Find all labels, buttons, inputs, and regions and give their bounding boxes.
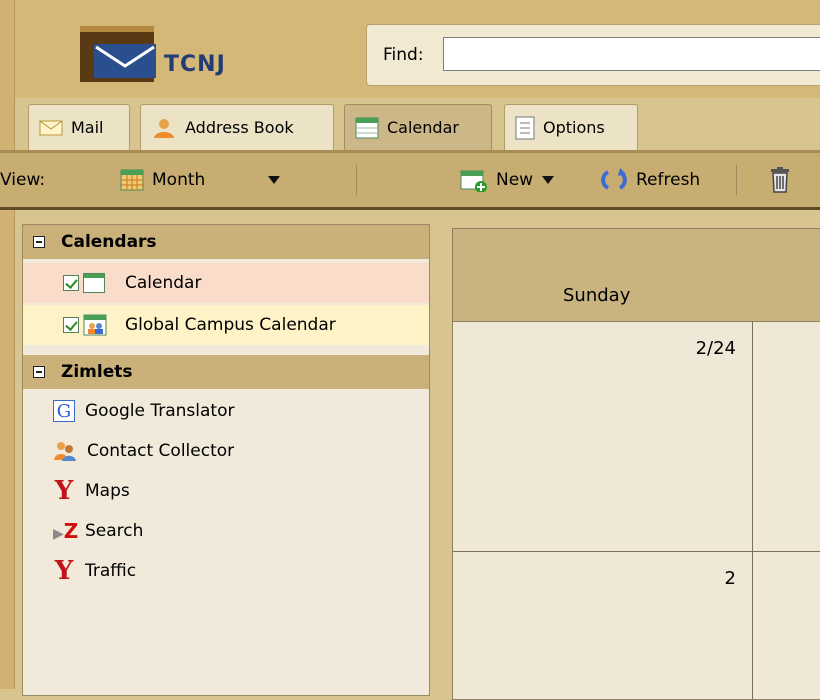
view-select[interactable]: Month [120, 153, 300, 207]
address-book-icon [154, 118, 174, 138]
delete-button[interactable] [768, 153, 792, 207]
calendar-day-cell[interactable] [753, 552, 820, 699]
zimlet-label: Traffic [85, 561, 137, 581]
calendar-item-calendar[interactable]: Calendar [23, 263, 429, 303]
find-input[interactable] [443, 37, 820, 71]
zimlet-search[interactable]: ▶Z Search [53, 511, 143, 551]
calendar-icon [83, 273, 105, 293]
zimlet-label: Contact Collector [87, 441, 235, 461]
month-view: Sunday 2/24 2 [452, 228, 820, 700]
tab-mail-label: Mail [71, 118, 104, 137]
day-header-next [753, 229, 820, 322]
new-button-label: New [496, 170, 534, 190]
tab-address-book[interactable]: Address Book [140, 104, 334, 150]
refresh-icon [601, 168, 627, 190]
shared-calendar-icon [83, 314, 107, 336]
toolbar-separator-2 [736, 165, 737, 195]
calendar-item-label: Global Campus Calendar [125, 315, 336, 335]
zimlet-google-translator[interactable]: G Google Translator [53, 391, 234, 431]
calendar-item-label: Calendar [125, 273, 202, 293]
tab-mail[interactable]: Mail [28, 104, 130, 150]
calendar-icon [355, 117, 379, 138]
zimlet-traffic[interactable]: Y Traffic [53, 551, 136, 591]
envelope-icon [39, 120, 63, 135]
collapse-icon[interactable] [33, 366, 45, 378]
brand-name: TCNJ [164, 52, 226, 77]
calendar-day-cell[interactable]: 2 [453, 552, 753, 699]
toolbar: View: Month New Refresh [0, 153, 820, 210]
calendar-checkbox[interactable] [63, 275, 79, 291]
left-edge-band [0, 0, 15, 689]
find-label: Find: [383, 45, 424, 65]
toolbar-separator [356, 165, 357, 195]
tab-calendar[interactable]: Calendar [344, 104, 492, 150]
refresh-button-label: Refresh [636, 170, 701, 190]
calendars-section-header[interactable]: Calendars [23, 225, 429, 259]
zimlet-contact-collector[interactable]: Contact Collector [53, 431, 234, 471]
day-header-label: Sunday [563, 285, 631, 306]
view-select-value: Month [152, 170, 206, 190]
google-g-icon: G [53, 400, 75, 422]
day-header-sunday: Sunday [453, 229, 754, 322]
contacts-icon [54, 442, 76, 461]
zimlets-section-header[interactable]: Zimlets [23, 355, 429, 389]
overview-panel: Calendars Calendar Global Campus Calenda… [22, 224, 430, 696]
zimlet-maps[interactable]: Y Maps [53, 471, 130, 511]
zimlet-label: Google Translator [85, 401, 235, 421]
logo-envelope-icon [94, 44, 156, 78]
tab-calendar-label: Calendar [387, 118, 459, 137]
zimlet-label: Search [85, 521, 144, 541]
new-appointment-icon [460, 170, 487, 192]
yahoo-y-icon: Y [54, 476, 74, 506]
tab-options-label: Options [543, 118, 605, 137]
month-grid-icon [120, 169, 144, 191]
tab-address-book-label: Address Book [185, 118, 294, 137]
day-date: 2/24 [695, 338, 736, 359]
refresh-button[interactable]: Refresh [600, 153, 700, 207]
zimlet-label: Maps [85, 481, 130, 501]
new-dropdown-chevron-icon[interactable] [541, 175, 555, 185]
tcnj-logo: TCNJ [80, 22, 260, 82]
zimbra-z-icon: ▶Z [53, 519, 79, 543]
calendars-title: Calendars [61, 232, 157, 252]
trash-icon [771, 167, 789, 193]
collapse-icon[interactable] [33, 236, 45, 248]
options-icon [515, 116, 535, 139]
chevron-down-icon [268, 176, 281, 184]
find-box: Find: [366, 24, 820, 86]
calendar-day-cell[interactable]: 2/24 [453, 322, 753, 552]
zimlets-title: Zimlets [61, 362, 133, 382]
global-campus-checkbox[interactable] [63, 317, 79, 333]
view-label: View: [0, 170, 46, 190]
new-button[interactable]: New [460, 153, 555, 207]
tab-options[interactable]: Options [504, 104, 638, 150]
day-date: 2 [724, 568, 736, 589]
calendar-item-global-campus[interactable]: Global Campus Calendar [23, 305, 429, 345]
yahoo-y-icon: Y [54, 556, 74, 586]
calendar-day-cell[interactable] [753, 322, 820, 552]
